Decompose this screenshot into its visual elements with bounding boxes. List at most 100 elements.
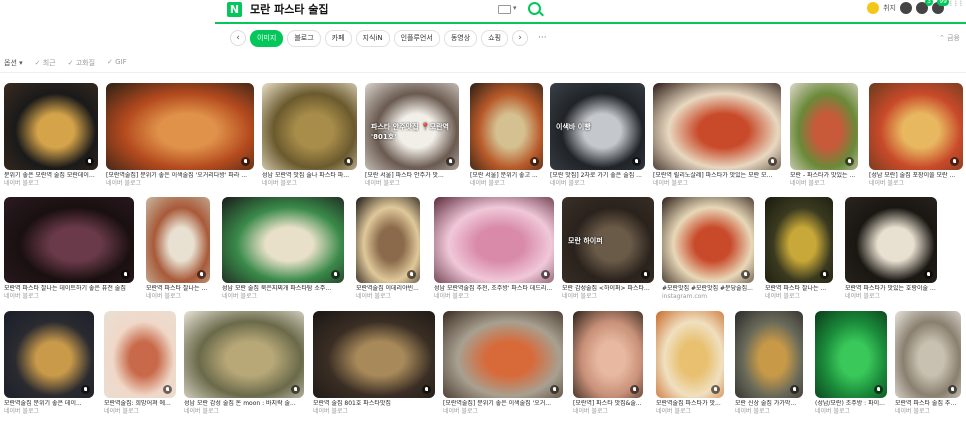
save-icon[interactable]	[407, 270, 416, 279]
result-caption[interactable]: 성남 모란 술집 묵은지찌개 파스타탐 소주...	[222, 285, 344, 293]
result-caption[interactable]: 모란역 술집 801호 파스타맛집	[313, 400, 435, 408]
result-thumbnail[interactable]	[434, 197, 554, 283]
result-caption[interactable]: 성남 모란역 맛집 술나 파스타 파...	[262, 172, 357, 180]
search-icon[interactable]	[528, 2, 541, 15]
result-caption[interactable]: (성남/모란) 조주방 : 파이...	[815, 400, 887, 408]
image-result[interactable]: 성남 모란역 맛집 술나 파스타 파... 네이버 블로그	[262, 83, 357, 190]
result-thumbnail[interactable]	[4, 311, 94, 398]
result-thumbnail[interactable]	[104, 311, 176, 398]
tab-6[interactable]: 쇼핑	[481, 29, 509, 47]
result-thumbnail[interactable]	[222, 197, 344, 283]
image-result[interactable]: 모란역 파스타 잘나는 데이트하기 좋은 퓨전 술집 네이버 블로그	[4, 197, 134, 303]
image-result[interactable]: 성남 모란 술집 묵은지찌개 파스타탐 소주... 네이버 블로그	[222, 197, 344, 303]
naver-logo[interactable]: N	[227, 2, 242, 17]
avatar[interactable]	[867, 2, 880, 14]
result-source[interactable]: 네이버 블로그	[550, 180, 585, 188]
result-source[interactable]: 네이버 블로그	[845, 293, 880, 301]
result-source[interactable]: 네이버 블로그	[573, 408, 608, 416]
result-caption[interactable]: 분위기 좋은 모란역 술집 모란데이트...	[4, 172, 98, 180]
result-thumbnail[interactable]	[815, 311, 887, 398]
image-result[interactable]: 모란역술집 이데리야빈... 네이버 블로그	[356, 197, 420, 303]
save-icon[interactable]	[331, 270, 340, 279]
result-source[interactable]: 네이버 블로그	[365, 180, 400, 188]
save-icon[interactable]	[163, 385, 172, 394]
result-source[interactable]: 네이버 블로그	[262, 180, 297, 188]
tabs-prev-icon[interactable]: ‹	[230, 30, 246, 46]
save-icon[interactable]	[241, 157, 250, 166]
result-caption[interactable]: [모란역술집] 분위기 좋은 이색술집 '오거...	[443, 400, 563, 408]
image-result[interactable]: [모란역 릴리노살레] 파스타가 맛있는 모란 모... 네이버 블로그	[653, 83, 781, 190]
result-caption[interactable]: 모란역 파스타 잘나는 ...	[765, 285, 833, 293]
image-result[interactable]: 모란역 술집 801호 파스타맛집 네이버 블로그	[313, 311, 435, 418]
save-icon[interactable]	[768, 157, 777, 166]
image-result[interactable]: 모란역술집: 희망어쳐 에... 네이버 블로그	[104, 311, 176, 418]
result-caption[interactable]: 모란역술집 이데리야빈...	[356, 285, 420, 293]
result-source[interactable]: 네이버 블로그	[443, 408, 478, 416]
result-caption[interactable]: 모란역술집 분위기 좋은 데이...	[4, 400, 94, 408]
result-caption[interactable]: [성남 모란] 술집 포장이쏠 모란 ...	[869, 172, 963, 180]
bell-icon[interactable]: 3	[916, 0, 933, 14]
result-source[interactable]: 네이버 블로그	[895, 408, 930, 416]
tabs-next-icon[interactable]: ›	[512, 30, 529, 46]
image-result[interactable]: 모란 신상 술집 가가막... 네이버 블로그	[735, 311, 803, 418]
result-source[interactable]: 네이버 블로그	[790, 180, 825, 188]
result-caption[interactable]: #모란맛집 #모란맛집 #분당술집...	[662, 285, 754, 293]
image-result[interactable]: 모란역 파스타 잘나는 데... 네이버 블로그	[146, 197, 210, 303]
result-thumbnail[interactable]	[735, 311, 803, 398]
result-thumbnail[interactable]	[845, 197, 937, 283]
talk-icon[interactable]	[900, 2, 912, 14]
save-icon[interactable]	[81, 385, 90, 394]
result-caption[interactable]: 모란역 파스타가 맛있는 호랑이술 집 ...	[845, 285, 937, 293]
result-thumbnail[interactable]	[470, 83, 543, 170]
save-icon[interactable]	[632, 157, 641, 166]
save-icon[interactable]	[874, 385, 883, 394]
result-caption[interactable]: [모란 서울] 분위기 좋고 ...	[470, 172, 543, 180]
save-icon[interactable]	[948, 385, 957, 394]
image-result[interactable]: [모란역술집] 분위기 좋은 이색술집 '오거... 네이버 블로그	[443, 311, 563, 418]
filter-recent[interactable]: ✓ 최근	[35, 58, 56, 68]
result-caption[interactable]: [모란역] 파스타 맛집&술...	[573, 400, 643, 408]
options-toggle[interactable]: 옵션 ▾	[4, 58, 23, 68]
image-result[interactable]: 모란역술집 분위기 좋은 데이... 네이버 블로그	[4, 311, 94, 418]
save-icon[interactable]	[541, 270, 550, 279]
result-source[interactable]: instagram.com	[662, 293, 707, 301]
filter-hq[interactable]: ✓ 고화질	[68, 58, 95, 68]
image-result[interactable]: 이색바 이빵 [모란 맛집] 2차로 가기 좋은 술집 ... 네이버 블로그	[550, 83, 645, 190]
tab-5[interactable]: 동영상	[443, 29, 478, 47]
image-result[interactable]: 모란역 파스타가 맛있는 호랑이술 집 ... 네이버 블로그	[845, 197, 937, 303]
search-query[interactable]: 모란 파스타 술집	[250, 2, 329, 17]
result-thumbnail[interactable]	[895, 311, 961, 398]
result-thumbnail[interactable]: 파스타 안주맛집 📍모란역 '801호'	[365, 83, 459, 170]
result-caption[interactable]: [모란 서울] 파스타 안주가 맛...	[365, 172, 459, 180]
save-icon[interactable]	[550, 385, 559, 394]
result-source[interactable]: 네이버 블로그	[222, 293, 257, 301]
save-icon[interactable]	[711, 385, 720, 394]
save-icon[interactable]	[121, 270, 130, 279]
result-source[interactable]: 네이버 블로그	[4, 180, 39, 188]
save-icon[interactable]	[641, 270, 650, 279]
result-caption[interactable]: 모란 감성술집 <하이퍼> 파스타...	[562, 285, 654, 293]
result-source[interactable]: 네이버 블로그	[869, 180, 904, 188]
image-result[interactable]: [모란역술집] 분위기 좋은 이색술집 '오거리다방' 파라 ... 네이버 블로…	[106, 83, 254, 190]
result-thumbnail[interactable]	[4, 197, 134, 283]
result-thumbnail[interactable]	[662, 197, 754, 283]
save-icon[interactable]	[344, 157, 353, 166]
keyboard-icon[interactable]	[498, 5, 511, 14]
result-thumbnail[interactable]: 모란 하이퍼	[562, 197, 654, 283]
image-result[interactable]: 파스타 안주맛집 📍모란역 '801호' [모란 서울] 파스타 안주가 맛...…	[365, 83, 459, 190]
result-thumbnail[interactable]	[443, 311, 563, 398]
result-thumbnail[interactable]	[765, 197, 833, 283]
more-icon[interactable]: ···	[538, 33, 547, 43]
image-result[interactable]: 모란역 파스타 잘나는 ... 네이버 블로그	[765, 197, 833, 303]
image-result[interactable]: 성남 모란 감성 술집 돈 moon : 바지락 술... 네이버 블로그	[184, 311, 304, 418]
result-thumbnail[interactable]	[790, 83, 858, 170]
result-source[interactable]: 네이버 블로그	[765, 293, 800, 301]
image-result[interactable]: 모란역술집 파스타가 맛... 네이버 블로그	[656, 311, 724, 418]
save-icon[interactable]	[820, 270, 829, 279]
result-caption[interactable]: 모란역 파스타 잘나는 데이트하기 좋은 퓨전 술집	[4, 285, 134, 293]
result-caption[interactable]: [모란역술집] 분위기 좋은 이색술집 '오거리다방' 파라 ...	[106, 172, 254, 180]
result-source[interactable]: 네이버 블로그	[356, 293, 391, 301]
result-thumbnail[interactable]	[869, 83, 963, 170]
result-source[interactable]: 네이버 블로그	[146, 293, 181, 301]
result-thumbnail[interactable]	[356, 197, 420, 283]
